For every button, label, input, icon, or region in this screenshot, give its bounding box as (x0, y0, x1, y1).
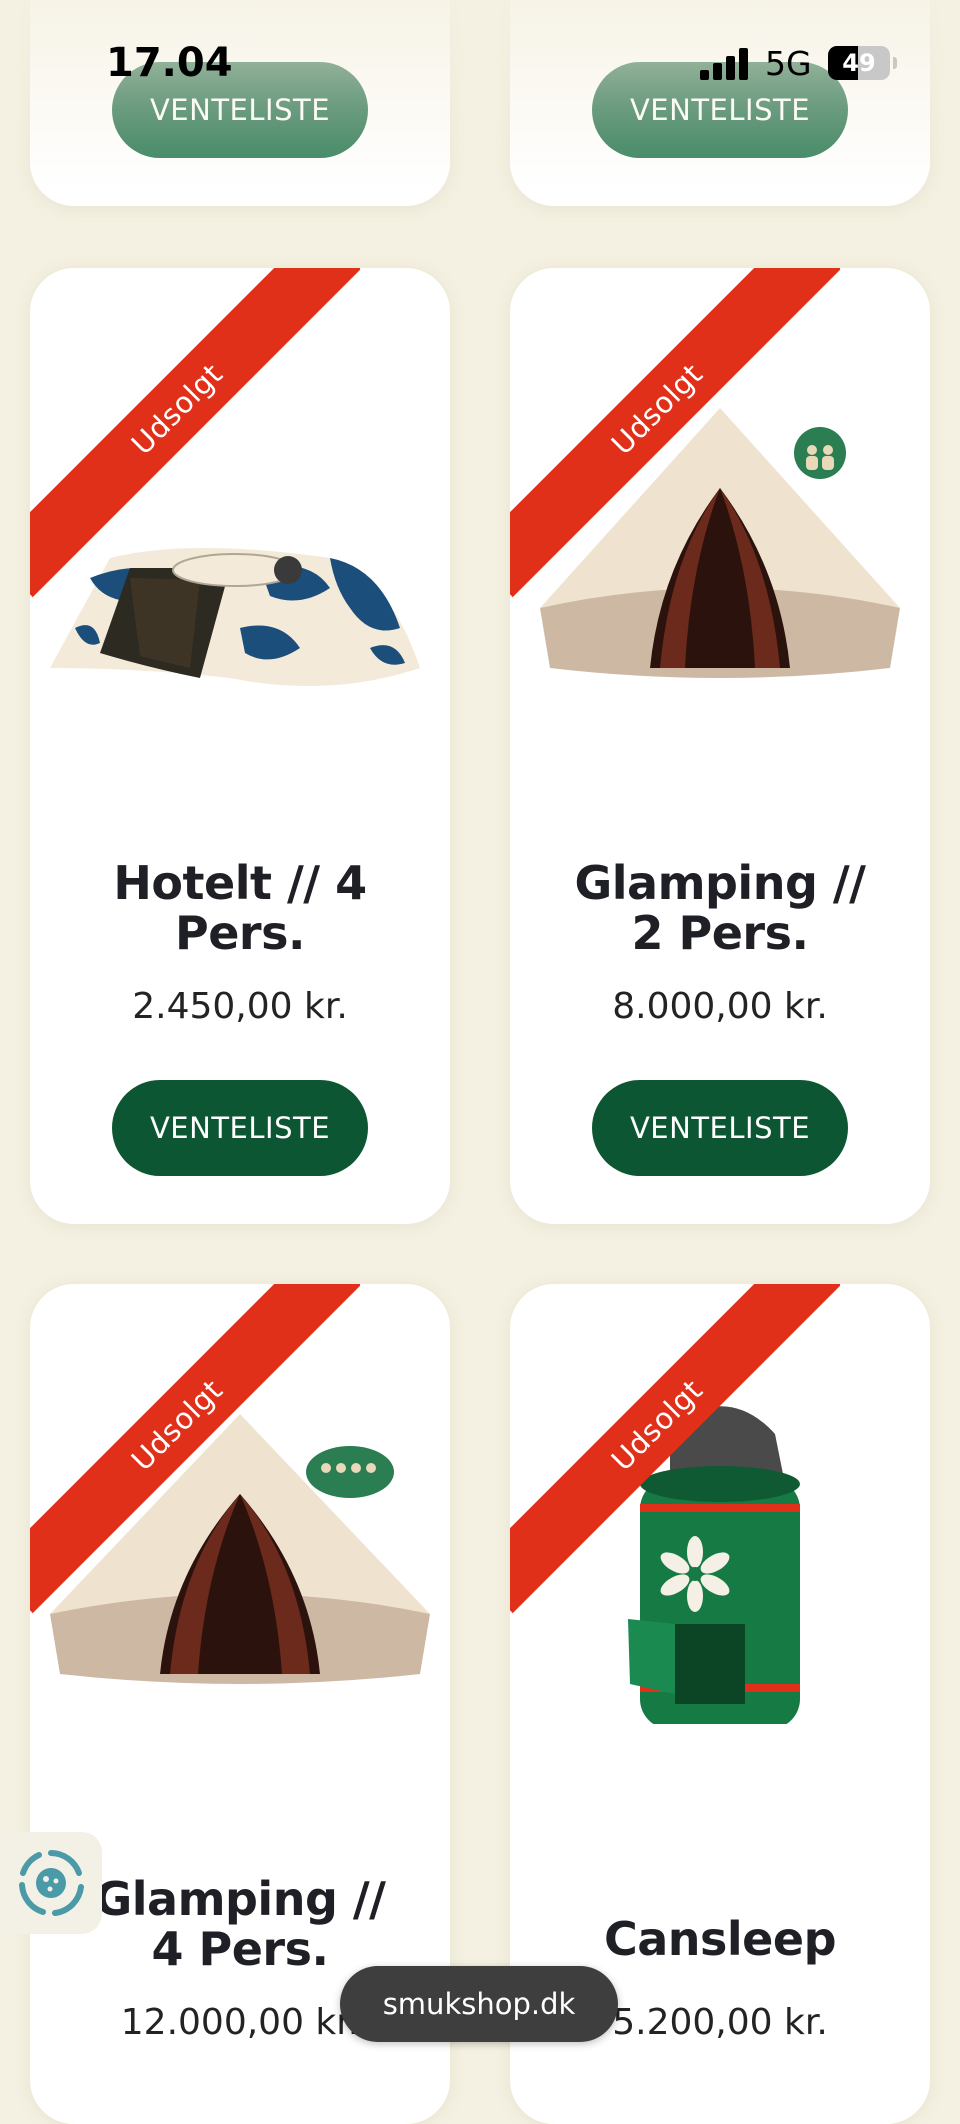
product-card-glamping-2-pers[interactable]: Udsolgt Glamping // 2 Pers. 8.000,00 kr.… (510, 268, 930, 1224)
waitlist-button[interactable]: VENTELISTE (112, 1080, 368, 1176)
cookie-settings-icon (19, 1850, 84, 1916)
sold-out-ribbon: Udsolgt (510, 268, 840, 598)
product-card-hotelt-4-pers[interactable]: Udsolgt Hotelt // 4 Pers. 2.450,00 kr. V… (30, 268, 450, 1224)
signal-strength-icon (700, 48, 748, 80)
product-title: Hotelt // 4 Pers. (113, 856, 367, 960)
product-price: 2.450,00 kr. (132, 986, 348, 1027)
status-time: 17.04 (106, 40, 233, 86)
status-bar: 17.04 5G 49 (0, 0, 960, 100)
cookie-settings-button[interactable] (0, 1832, 102, 1934)
product-price: 8.000,00 kr. (612, 986, 828, 1027)
sold-out-ribbon: Udsolgt (510, 1284, 840, 1614)
url-text: smukshop.dk (382, 1987, 576, 2021)
product-title: Glamping // 2 Pers. (574, 856, 866, 960)
product-title: Cansleep (603, 1912, 837, 1966)
browser-url-bar[interactable]: smukshop.dk (340, 1966, 618, 2042)
sold-out-ribbon: Udsolgt (30, 1284, 360, 1614)
sold-out-ribbon: Udsolgt (30, 268, 360, 598)
network-type: 5G (765, 44, 812, 83)
waitlist-button[interactable]: VENTELISTE (592, 1080, 848, 1176)
battery-icon: 49 (828, 46, 890, 80)
